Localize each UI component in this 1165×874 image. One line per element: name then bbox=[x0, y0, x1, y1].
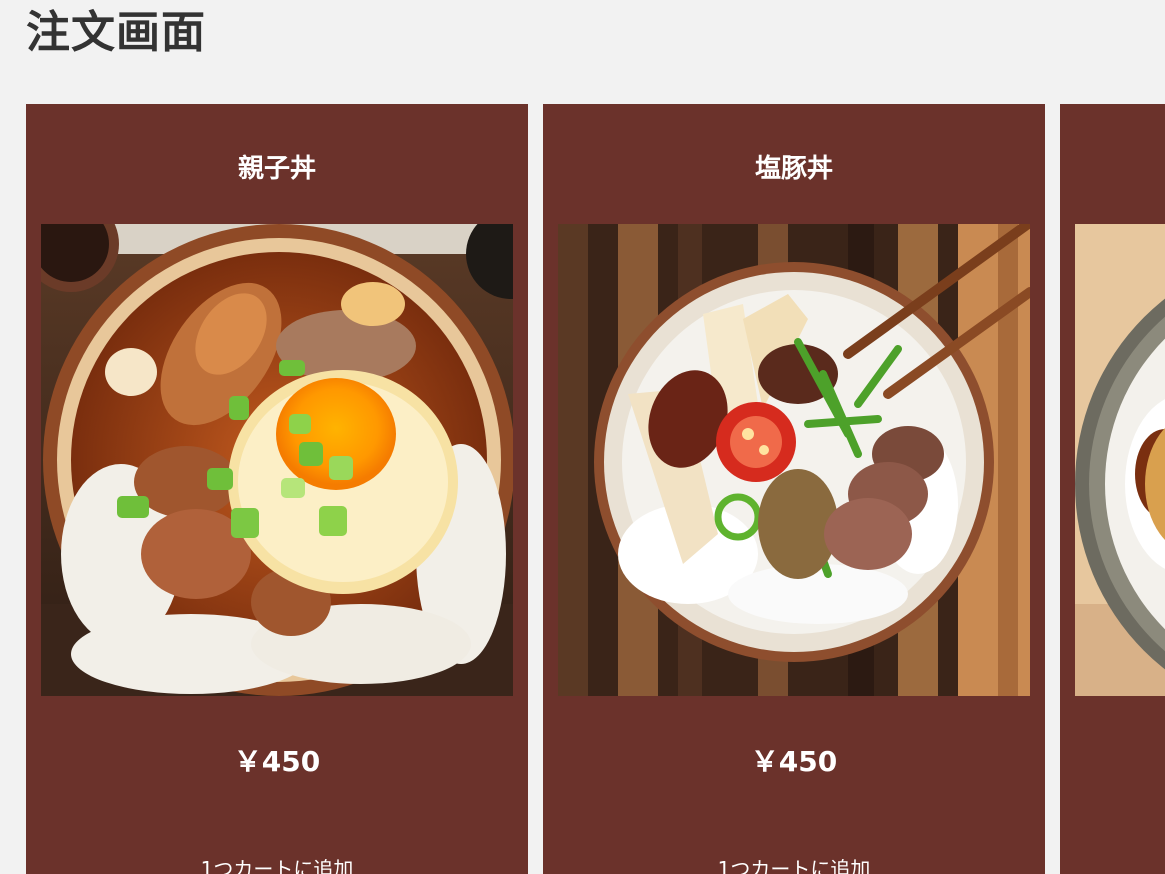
oyakodon-image bbox=[41, 224, 513, 696]
add-to-cart-button[interactable] bbox=[1060, 854, 1165, 856]
page-title: 注文画面 bbox=[26, 7, 206, 58]
shiobutadon-photo bbox=[558, 224, 1030, 696]
oyakodon-photo bbox=[41, 224, 513, 696]
third-item-photo bbox=[1075, 224, 1165, 696]
menu-item-name: 塩豚丼 bbox=[754, 154, 833, 184]
menu-item-name: 親子丼 bbox=[237, 154, 316, 184]
menu-card-oyakodon: 親子丼 ￥450 1つカートに追加 bbox=[26, 104, 528, 874]
menu-card-shiobutadon: 塩豚丼 ￥450 1つカートに追加 bbox=[543, 104, 1045, 874]
third-item-image bbox=[1075, 224, 1165, 696]
add-to-cart-button[interactable]: 1つカートに追加 bbox=[26, 854, 528, 874]
menu-list: 親子丼 ￥450 1つカートに追加 塩豚丼 ￥450 1つカートに追加 bbox=[26, 104, 1165, 874]
menu-item-price: ￥450 bbox=[750, 745, 838, 778]
menu-item-price: ￥450 bbox=[233, 745, 321, 778]
menu-card-third bbox=[1060, 104, 1165, 874]
shiobutadon-image bbox=[558, 224, 1030, 696]
add-to-cart-button[interactable]: 1つカートに追加 bbox=[543, 854, 1045, 874]
